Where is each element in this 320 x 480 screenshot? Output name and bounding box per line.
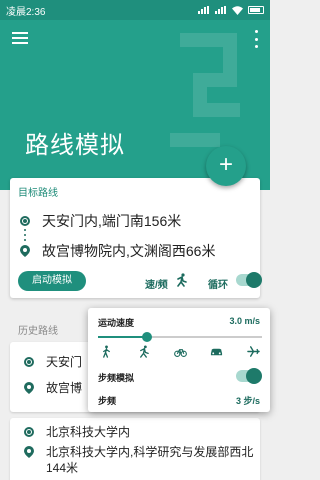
speed-label: 运动速度 (98, 318, 135, 328)
history-start-text: 北京科技大学内 (46, 425, 131, 439)
end-pin-icon (24, 382, 34, 394)
walk-icon[interactable] (100, 344, 113, 358)
start-location-text: 天安门内,端门南156米 (42, 213, 182, 229)
history-end-row: 北京科技大学内,科学研究与发展部西北144米 (24, 444, 254, 476)
speed-slider-knob[interactable] (142, 332, 153, 342)
start-location-row[interactable]: 天安门内,端门南156米 (20, 211, 181, 231)
transport-modes (100, 344, 260, 358)
more-options-icon[interactable] (252, 30, 260, 48)
wifi-icon (232, 5, 243, 15)
step-value: 3 步/s (235, 396, 260, 406)
status-time: 凌晨2:36 (6, 6, 46, 18)
end-location-text: 故宫博物院内,文渊阁西66米 (42, 243, 216, 259)
step-mode-label: 步频模拟 (98, 373, 135, 383)
step-mode-toggle[interactable] (236, 368, 262, 384)
history-end-text: 故宫博 (46, 381, 83, 395)
status-bar: 凌晨2:36 (0, 0, 270, 20)
signal-icon (198, 6, 210, 14)
history-end-text: 北京科技大学内,科学研究与发展部西北144米 (46, 445, 254, 475)
history-item[interactable]: 北京科技大学内 北京科技大学内,科学研究与发展部西北144米 (10, 418, 260, 480)
page-title: 路线模拟 (25, 132, 125, 159)
speed-frequency-label[interactable]: 速/频 (145, 276, 168, 291)
plane-icon[interactable] (247, 345, 260, 358)
speed-slider-fill (98, 336, 148, 338)
start-point-icon (24, 357, 34, 367)
menu-icon[interactable] (12, 32, 30, 46)
target-route-label: 目标路线 (18, 188, 58, 199)
target-route-card: 目标路线 天安门内,端门南156米 故宫博物院内,文渊阁西66米 启动模拟 速/… (10, 178, 262, 298)
history-label: 历史路线 (18, 326, 58, 337)
route-connector (24, 229, 26, 241)
signal-2-icon (215, 6, 227, 14)
end-pin-icon (24, 446, 34, 458)
bike-icon[interactable] (173, 345, 187, 358)
history-start-row: 北京科技大学内 (24, 424, 130, 440)
add-route-button[interactable]: + (206, 146, 246, 186)
run-icon[interactable] (137, 344, 150, 358)
start-point-icon (20, 216, 30, 226)
runner-icon[interactable] (174, 273, 188, 287)
battery-icon (248, 6, 264, 14)
history-end-row: 故宫博 (24, 380, 82, 396)
speed-value: 3.0 m/s (229, 316, 260, 326)
loop-toggle[interactable] (236, 272, 262, 288)
start-point-icon (24, 427, 34, 437)
route-watermark-icon (170, 33, 240, 147)
start-simulation-button[interactable]: 启动模拟 (18, 271, 86, 291)
speed-slider[interactable] (98, 332, 262, 342)
car-icon[interactable] (210, 345, 223, 358)
history-start-row: 天安门 (24, 354, 82, 370)
speed-popup: 运动速度 3.0 m/s 步频模拟 步频 3 步/s (88, 308, 270, 412)
loop-label: 循环 (208, 280, 228, 291)
end-location-row[interactable]: 故宫博物院内,文渊阁西66米 (20, 241, 215, 261)
step-label: 步频 (98, 396, 117, 406)
end-pin-icon (20, 245, 30, 257)
status-icons (198, 5, 264, 15)
history-start-text: 天安门 (46, 355, 83, 369)
